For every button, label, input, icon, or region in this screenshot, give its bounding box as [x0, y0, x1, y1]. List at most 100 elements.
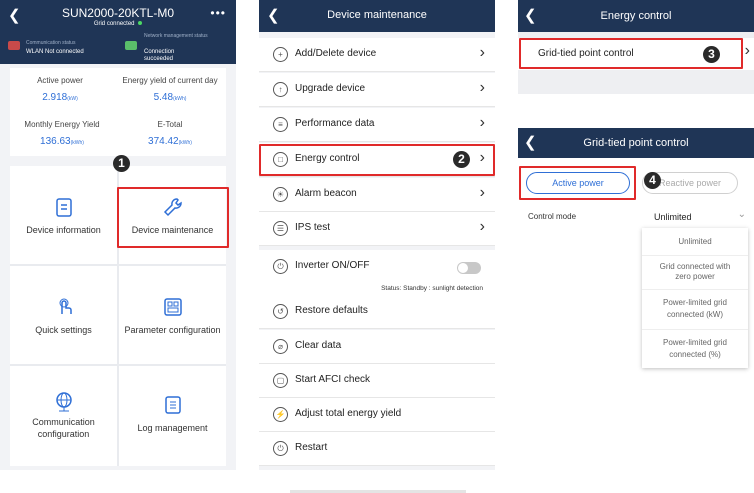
- chart-icon: ≡: [273, 117, 288, 132]
- menu-item-label: Inverter ON/OFF: [295, 260, 370, 271]
- header-bar: ❮ Device maintenance: [259, 0, 495, 32]
- more-icon[interactable]: •••: [210, 6, 226, 20]
- control-mode-value: Unlimited: [654, 212, 692, 222]
- menu-item-label: Clear data: [295, 340, 342, 351]
- panel-device-home: ❮ SUN2000-20KTL-M0 Grid connected ••• Co…: [0, 0, 236, 470]
- network-icon: [125, 41, 137, 50]
- menu-item-ips-test[interactable]: ☰ IPS test ›: [259, 212, 495, 246]
- panel-energy-control: ❮ Energy control Grid-tied point control…: [518, 0, 754, 94]
- menu-item-label: IPS test: [295, 222, 331, 233]
- chevron-down-icon: ⌄: [737, 209, 746, 220]
- header-bar: ❮ Energy control: [518, 0, 754, 32]
- dropdown-option[interactable]: Power-limited grid connected (%): [642, 330, 748, 368]
- inverter-status-text: Status: Standby : sunlight detection: [381, 285, 483, 292]
- stat-label: Active power: [37, 76, 83, 85]
- tile-communication-configuration[interactable]: Communication configuration: [10, 366, 117, 466]
- restore-icon: ↺: [273, 304, 288, 319]
- comm-status-value: WLAN Not connected: [26, 49, 84, 55]
- log-icon: [164, 396, 181, 414]
- wlan-icon: [8, 41, 20, 50]
- menu-item-alarm-beacon[interactable]: ☀ Alarm beacon ›: [259, 178, 495, 212]
- menu-item-clear-data[interactable]: ⌀ Clear data: [259, 330, 495, 364]
- menu-item-adjust-total-energy-yield[interactable]: ⚡ Adjust total energy yield: [259, 398, 495, 432]
- chevron-right-icon: ›: [479, 218, 485, 235]
- menu-item-upgrade-device[interactable]: ↑ Upgrade device ›: [259, 73, 495, 107]
- tile-label: Communication configuration: [32, 417, 95, 439]
- stat-value: 5.48(kWh): [153, 92, 187, 103]
- menu-item-label: Restart: [295, 442, 328, 453]
- menu-item-label: Restore defaults: [295, 305, 368, 316]
- highlight-active-power: [519, 166, 636, 200]
- touch-icon: [59, 298, 72, 314]
- chevron-right-icon: ›: [479, 79, 485, 96]
- step-badge-3: 3: [703, 46, 720, 63]
- chevron-right-icon: ›: [744, 42, 750, 59]
- dropdown-option[interactable]: Power-limited grid connected (kW): [642, 290, 748, 330]
- highlight-device-maintenance: [117, 187, 229, 248]
- adjust-icon: ⚡: [273, 407, 288, 422]
- comm-status-label: Communication status: [26, 40, 76, 46]
- nms-value: Connection succeeded: [144, 49, 175, 62]
- stat-value: 2.918(kW): [42, 92, 78, 103]
- menu-item-label: Adjust total energy yield: [295, 408, 402, 419]
- menu-item-start-afci-check[interactable]: ▢ Start AFCI check: [259, 364, 495, 398]
- stat-label: Energy yield of current day: [122, 76, 218, 85]
- panel-grid-tied-point-control: ❮ Grid-tied point control Active power R…: [518, 128, 754, 368]
- device-title: SUN2000-20KTL-M0: [61, 6, 175, 20]
- alarm-icon: ☀: [273, 187, 288, 202]
- menu-item-label: Start AFCI check: [295, 374, 371, 385]
- control-mode-dropdown: Unlimited Grid connected with zero power…: [642, 228, 748, 368]
- stats-card: Active power 2.918(kW) Energy yield of c…: [10, 68, 226, 156]
- upload-icon: ↑: [273, 82, 288, 97]
- menu-item-label: Upgrade device: [295, 83, 366, 94]
- chevron-right-icon: ›: [479, 44, 485, 61]
- afci-icon: ▢: [273, 373, 288, 388]
- inverter-toggle[interactable]: [457, 262, 481, 274]
- power-icon: ⏻: [273, 259, 288, 274]
- menu-item-performance-data[interactable]: ≡ Performance data ›: [259, 108, 495, 142]
- tile-label: Quick settings: [35, 325, 92, 335]
- grid-config-icon: [163, 298, 182, 316]
- globe-icon: [55, 392, 72, 412]
- tile-log-management[interactable]: Log management: [119, 366, 226, 466]
- page-title: Device maintenance: [327, 9, 427, 21]
- document-icon: [55, 198, 72, 217]
- tile-label: Device information: [26, 225, 101, 235]
- dropdown-option[interactable]: Unlimited: [642, 228, 748, 256]
- menu-item-label: Add/Delete device: [295, 48, 377, 59]
- page-title: Energy control: [600, 10, 672, 22]
- step-badge-2: 2: [453, 151, 470, 168]
- chevron-right-icon: ›: [479, 114, 485, 131]
- menu-item-label: Alarm beacon: [295, 188, 357, 199]
- tile-device-information[interactable]: Device information: [10, 166, 117, 264]
- menu-item-label: Performance data: [295, 118, 375, 129]
- chevron-right-icon: ›: [479, 184, 485, 201]
- panel-device-maintenance: ❮ Device maintenance + Add/Delete device ›…: [259, 0, 495, 470]
- step-badge-4: 4: [644, 172, 661, 189]
- menu-item-restore-defaults[interactable]: ↺ Restore defaults: [259, 295, 495, 329]
- menu-item-restart[interactable]: ⏻ Restart: [259, 432, 495, 466]
- tile-label: Parameter configuration: [124, 325, 221, 335]
- tile-quick-settings[interactable]: Quick settings: [10, 266, 117, 364]
- header-bar: ❮ SUN2000-20KTL-M0 Grid connected ••• Co…: [0, 0, 236, 64]
- page-title: Grid-tied point control: [583, 137, 689, 149]
- stat-value: 374.42(kWh): [148, 136, 192, 147]
- status-dot-icon: [138, 21, 143, 25]
- tile-label: Log management: [137, 423, 208, 433]
- stat-label: Monthly Energy Yield: [24, 120, 100, 129]
- header-bar: ❮ Grid-tied point control: [518, 128, 754, 158]
- step-badge-1: 1: [113, 155, 130, 172]
- dropdown-option[interactable]: Grid connected with zero power: [642, 256, 748, 290]
- stat-label: E-Total: [157, 120, 183, 129]
- clear-icon: ⌀: [273, 339, 288, 354]
- control-mode-select[interactable]: Unlimited ⌄: [650, 208, 746, 224]
- plus-icon: +: [273, 47, 288, 62]
- control-mode-label: Control mode: [528, 212, 577, 221]
- ips-icon: ☰: [273, 221, 288, 236]
- restart-icon: ⏻: [273, 441, 288, 456]
- tile-parameter-configuration[interactable]: Parameter configuration: [119, 266, 226, 364]
- menu-item-add-delete-device[interactable]: + Add/Delete device ›: [259, 38, 495, 72]
- grid-status: Grid connected: [93, 21, 135, 27]
- nms-label: Network management status: [144, 33, 208, 39]
- stat-value: 136.63(kWh): [40, 136, 84, 147]
